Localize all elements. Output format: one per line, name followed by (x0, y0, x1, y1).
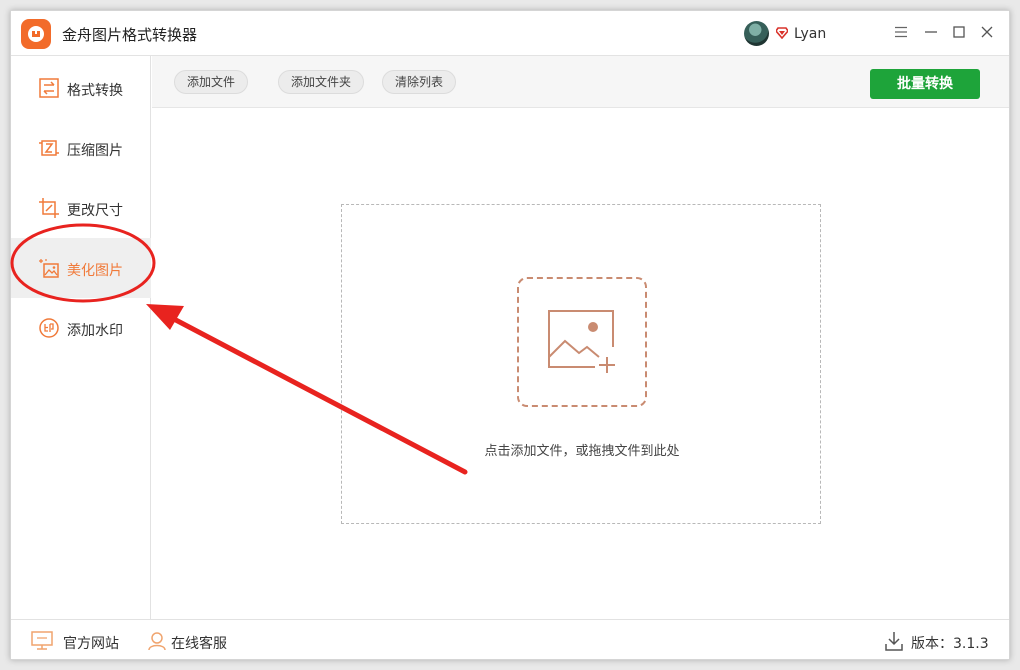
app-title: 金舟图片格式转换器 (62, 26, 198, 44)
version-label: 版本：3.1.3 (911, 636, 989, 652)
sidebar-item-beautify[interactable]: 美化图片 (11, 238, 151, 298)
beautify-icon (39, 258, 59, 278)
add-image-icon (548, 310, 615, 373)
sidebar-item-compress[interactable]: 压缩图片 (11, 118, 151, 178)
watermark-icon (39, 318, 59, 338)
official-website-link[interactable]: 官方网站 (31, 631, 131, 652)
official-website-label: 官方网站 (63, 636, 119, 652)
sidebar-item-resize[interactable]: 更改尺寸 (11, 178, 151, 238)
drop-hint-text: 点击添加文件，或拖拽文件到此处 (484, 444, 680, 459)
sidebar: 格式转换 压缩图片 更改尺寸 美化图片 添加水印 (11, 56, 151, 619)
menu-icon[interactable] (891, 23, 911, 43)
close-icon[interactable] (977, 23, 997, 43)
app-window: 金舟图片格式转换器 Lyan 格式转换 压缩图片 更改尺寸 美化图片 添加水印 … (10, 10, 1010, 660)
username[interactable]: Lyan (794, 26, 826, 42)
sidebar-item-label: 更改尺寸 (67, 203, 123, 219)
footer: 官方网站 在线客服 版本：3.1.3 (11, 619, 1009, 659)
batch-convert-button[interactable]: 批量转换 (870, 69, 980, 99)
sidebar-item-format-convert[interactable]: 格式转换 (11, 58, 151, 118)
monitor-icon (31, 631, 53, 650)
toolbar: 添加文件 添加文件夹 清除列表 批量转换 (152, 56, 1009, 108)
add-file-button[interactable]: 添加文件 (174, 70, 249, 94)
file-drop-zone[interactable]: 点击添加文件，或拖拽文件到此处 (341, 204, 821, 524)
sidebar-item-label: 格式转换 (67, 83, 123, 99)
online-support-link[interactable]: 在线客服 (147, 631, 247, 652)
online-support-label: 在线客服 (171, 636, 227, 652)
convert-icon (39, 78, 59, 98)
sidebar-item-label: 压缩图片 (67, 143, 123, 159)
resize-icon (39, 198, 59, 218)
user-avatar[interactable] (744, 21, 769, 46)
clear-list-button[interactable]: 清除列表 (382, 70, 457, 94)
title-bar: 金舟图片格式转换器 Lyan (11, 11, 1009, 56)
minimize-icon[interactable] (921, 23, 941, 43)
add-folder-button[interactable]: 添加文件夹 (278, 70, 365, 94)
sidebar-item-label: 添加水印 (67, 323, 123, 339)
compress-icon (39, 138, 59, 158)
maximize-icon[interactable] (949, 23, 969, 43)
customer-service-icon (148, 632, 166, 651)
app-logo-icon (21, 19, 51, 49)
sidebar-item-watermark[interactable]: 添加水印 (11, 298, 151, 358)
add-image-box[interactable] (517, 277, 647, 407)
vip-diamond-icon (774, 27, 790, 40)
download-icon (885, 632, 903, 651)
sidebar-item-label: 美化图片 (67, 263, 123, 279)
